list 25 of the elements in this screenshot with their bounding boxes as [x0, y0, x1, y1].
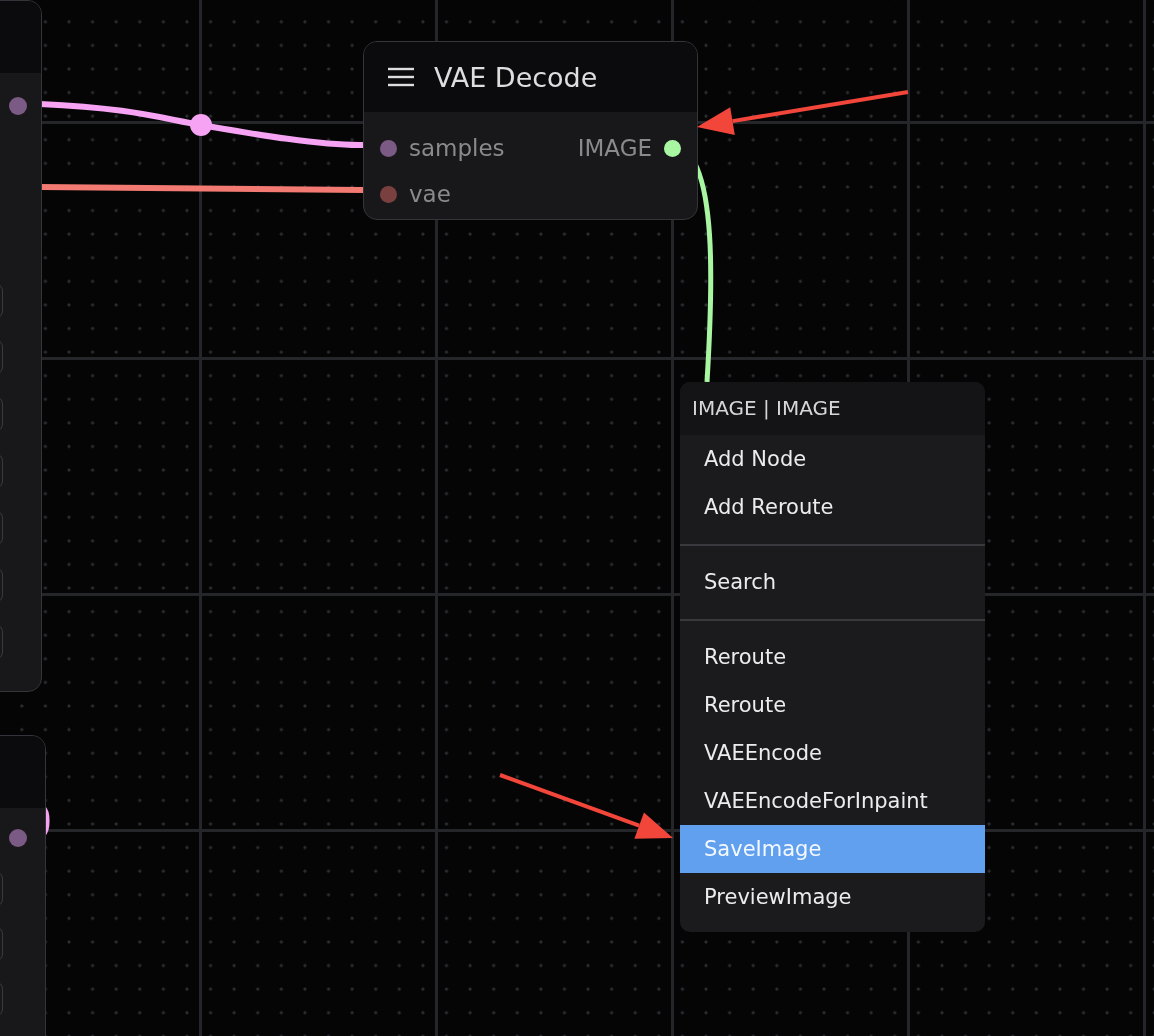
link-wire[interactable]: [39, 184, 364, 193]
node-title: VAE Decode: [434, 61, 598, 93]
menu-item[interactable]: PreviewImage: [680, 873, 985, 921]
node-header: [0, 736, 45, 808]
input-slot-dot[interactable]: [9, 829, 27, 847]
output-slot-dot[interactable]: [664, 139, 681, 157]
menu-item[interactable]: Search: [680, 558, 985, 606]
input-slot-dot[interactable]: [9, 97, 27, 115]
menu-item[interactable]: VAEEncodeForInpaint: [680, 777, 985, 825]
menu-item[interactable]: Reroute: [680, 633, 985, 681]
reroute-dot[interactable]: [190, 114, 212, 136]
slot-label: IMAGE: [577, 135, 652, 161]
input-slot-dot[interactable]: [380, 185, 397, 203]
menu-item[interactable]: VAEEncode: [680, 729, 985, 777]
slot-label: samples: [409, 135, 505, 161]
input-slot-dot[interactable]: [380, 139, 397, 157]
menu-item[interactable]: Add Reroute: [680, 483, 985, 531]
menu-title: IMAGE | IMAGE: [680, 382, 985, 435]
node-card[interactable]: VAE Decode samples vae IMAGE: [363, 41, 698, 220]
graph-canvas[interactable]: VAE Decode samples vae IMAGE IMAGE | IMAGE Add Node Add Reroute Search Reroute Reroute VAEEncode VAEEncodeForInpaint SaveImage PreviewImage: [0, 0, 1154, 1036]
menu-item[interactable]: Add Node: [680, 435, 985, 483]
link-wire[interactable]: [39, 101, 363, 148]
slot-label: vae: [409, 181, 451, 207]
menu-icon[interactable]: [388, 67, 414, 87]
menu-item[interactable]: Reroute: [680, 681, 985, 729]
